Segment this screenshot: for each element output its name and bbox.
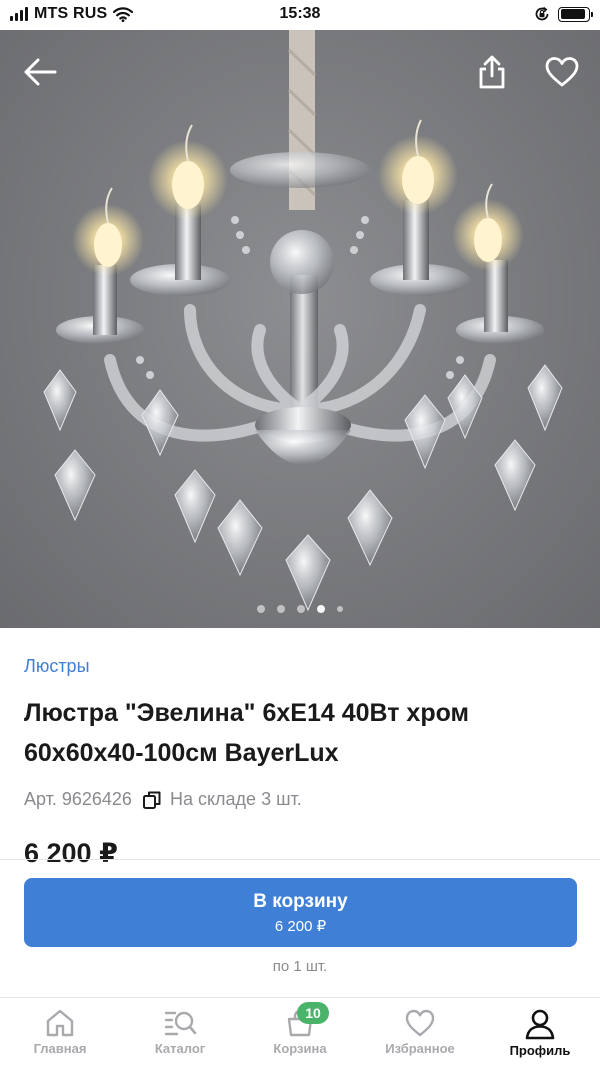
gallery-pagination[interactable] — [0, 605, 600, 613]
status-time: 15:38 — [279, 5, 321, 22]
battery-level — [560, 9, 585, 19]
profile-icon — [525, 1009, 555, 1040]
article-number: Арт. 9626426 — [24, 789, 132, 809]
tab-home-label: Главная — [33, 1041, 87, 1056]
status-bar: MTS RUS 15:38 — [0, 0, 600, 30]
orientation-lock-icon — [535, 6, 549, 21]
share-button[interactable] — [470, 50, 514, 94]
tab-favorites-label: Избранное — [385, 1041, 455, 1056]
gallery-dot[interactable] — [337, 606, 343, 612]
catalog-search-icon — [164, 1011, 197, 1036]
heart-outline-icon — [545, 57, 579, 87]
product-image-gallery[interactable] — [0, 30, 600, 628]
product-meta: Арт. 9626426 На складе 3 шт. — [24, 789, 576, 810]
add-to-cart-label: В корзину — [253, 890, 348, 912]
product-price: 6 200 ₽ — [24, 838, 118, 868]
gallery-dot[interactable] — [257, 605, 265, 613]
tab-bar: Главная Каталог 10 Корзина Избранное Про… — [0, 998, 600, 1066]
category-link[interactable]: Люстры — [24, 656, 90, 677]
add-to-cart-price: 6 200 ₽ — [274, 917, 327, 935]
product-title: Люстра "Эвелина" 6xE14 40Вт хром 60х60х4… — [24, 699, 470, 767]
home-icon — [46, 1009, 74, 1037]
cart-count-badge: 10 — [297, 1002, 329, 1024]
add-to-cart-button[interactable]: В корзину 6 200 ₽ — [24, 878, 577, 947]
status-right — [534, 6, 593, 22]
divider — [0, 859, 600, 860]
copy-icon[interactable] — [142, 790, 162, 810]
tab-favorites[interactable]: Избранное — [360, 998, 480, 1066]
battery-icon — [558, 6, 593, 22]
gallery-dot[interactable] — [317, 605, 325, 613]
tab-cart-label: Корзина — [273, 1041, 327, 1056]
tab-catalog[interactable]: Каталог — [120, 998, 240, 1066]
chandelier-photo — [43, 30, 563, 612]
favorite-button[interactable] — [540, 50, 584, 94]
tab-profile-label: Профиль — [509, 1043, 571, 1058]
tab-home[interactable]: Главная — [0, 998, 120, 1066]
gallery-dot[interactable] — [277, 605, 285, 613]
arrow-left-icon — [24, 58, 57, 86]
heart-icon — [405, 1009, 435, 1037]
tab-catalog-label: Каталог — [154, 1041, 206, 1056]
tab-profile[interactable]: Профиль — [480, 998, 600, 1066]
gallery-dot[interactable] — [297, 605, 305, 613]
quantity-note: по 1 шт. — [272, 958, 328, 975]
stock-status: На складе 3 шт. — [169, 789, 302, 809]
product-info: Люстры Люстра "Эвелина" 6xE14 40Вт хром … — [0, 628, 600, 869]
share-icon — [479, 55, 505, 89]
tab-cart[interactable]: 10 Корзина — [240, 998, 360, 1066]
back-button[interactable] — [18, 50, 62, 94]
